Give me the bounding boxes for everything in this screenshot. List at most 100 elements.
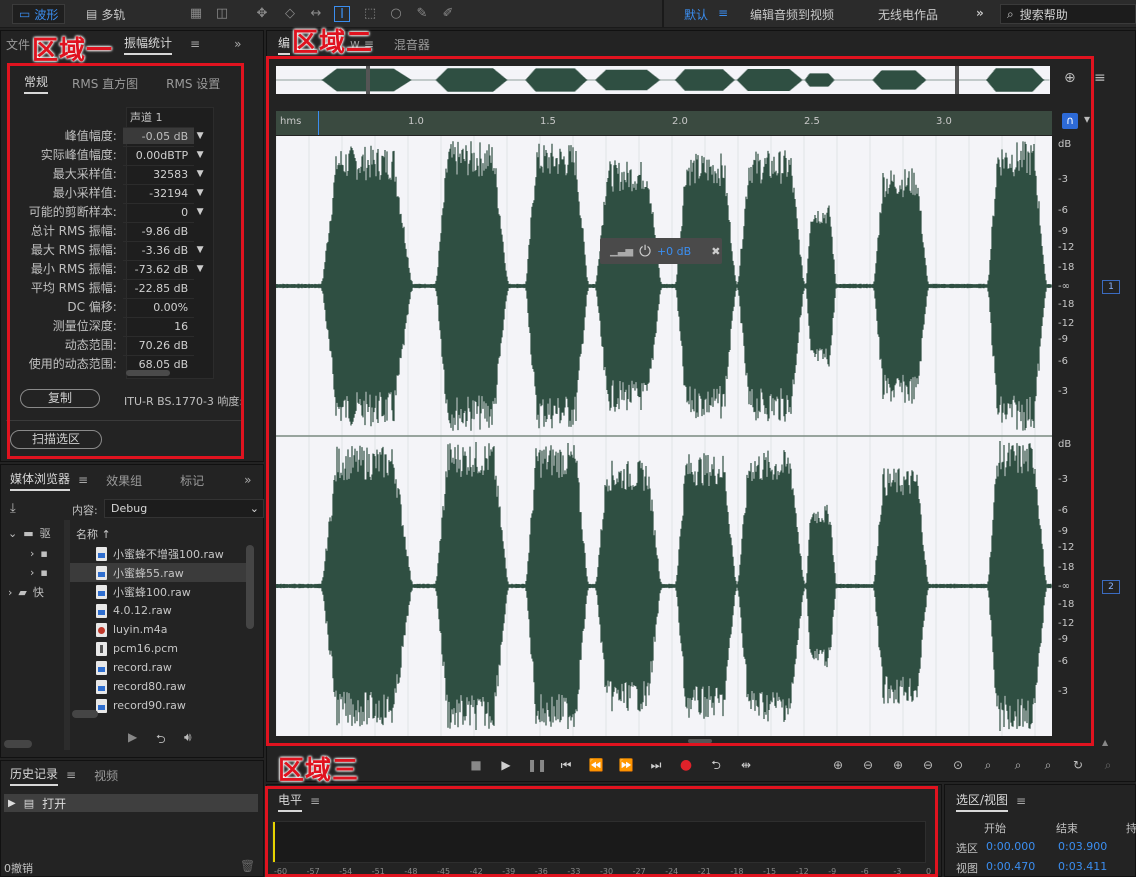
spectral-display-icon[interactable]: ▦ — [188, 6, 204, 22]
move-tool-icon[interactable]: ✥ — [254, 6, 270, 22]
stat-value[interactable]: 32583 — [122, 165, 195, 182]
skip-selection-button[interactable]: ⇹ — [737, 757, 755, 773]
channel-menu-icon[interactable]: ≡ — [1094, 70, 1106, 86]
pause-button[interactable]: ❚❚ — [527, 757, 547, 773]
stat-value[interactable]: -0.05 dB — [122, 127, 195, 144]
selection-view-menu-icon[interactable]: ≡ — [1016, 794, 1026, 808]
history-menu-icon[interactable]: ≡ — [66, 768, 76, 782]
workspace-edit-audio-to-video[interactable]: 编辑音频到视频 — [750, 6, 834, 23]
tab-levels[interactable]: 电平 — [278, 791, 303, 812]
file-list-item[interactable]: luyin.m4a — [70, 620, 246, 639]
media-panel-menu-icon[interactable]: ≡ — [78, 473, 88, 487]
stat-value[interactable]: 70.26 dB — [122, 336, 195, 353]
channel-1-badge[interactable]: 1 — [1102, 280, 1120, 294]
fast-forward-button[interactable]: ⏩ — [617, 757, 635, 773]
navigate-pin-icon[interactable]: ▼ — [194, 264, 206, 274]
stat-value[interactable]: 0 — [122, 203, 195, 220]
expand-panels-icon-2[interactable]: » — [244, 473, 251, 487]
razor-tool-icon[interactable]: ◇ — [282, 6, 298, 22]
stats-hscrollbar[interactable] — [126, 370, 170, 376]
channel-2-badge[interactable]: 2 — [1102, 580, 1120, 594]
loop-button[interactable]: ⮌ — [707, 757, 725, 773]
tree-subitem-2[interactable]: › ▪ — [30, 563, 48, 581]
stat-value[interactable]: 0.00% — [122, 298, 195, 315]
overview-left-handle[interactable] — [366, 66, 370, 94]
waveform-display[interactable] — [275, 136, 1052, 736]
zoom-in-time-icon[interactable]: ⊕ — [888, 757, 908, 773]
stat-value[interactable]: -22.85 dB — [122, 279, 195, 296]
file-list-item[interactable]: 小蜜蜂100.raw — [70, 582, 246, 601]
subtab-general[interactable]: 常规 — [24, 73, 49, 94]
panel-menu-icon[interactable]: ≡ — [190, 37, 200, 51]
file-list-item[interactable]: record.raw — [70, 658, 246, 677]
brush-tool-icon[interactable]: ✎ — [414, 6, 430, 22]
pitch-display-icon[interactable]: ◫ — [214, 6, 230, 22]
overview-right-handle[interactable] — [955, 66, 959, 94]
file-list-item[interactable]: record80.raw — [70, 677, 246, 696]
tab-amplitude-stats[interactable]: 振幅统计 — [124, 34, 173, 55]
tree-subitem-1[interactable]: › ▪ — [30, 544, 48, 562]
subtab-rms-settings[interactable]: RMS 设置 — [166, 75, 220, 92]
navigate-pin-icon[interactable]: ▼ — [194, 188, 206, 198]
pin-icon[interactable]: ✖ — [711, 245, 720, 258]
view-end[interactable]: 0:03.411 — [1058, 860, 1107, 873]
stat-value[interactable]: -73.62 dB — [122, 260, 195, 277]
subtab-rms-histogram[interactable]: RMS 直方图 — [72, 75, 138, 92]
file-list-hscroll[interactable] — [72, 710, 98, 718]
zoom-reset-icon[interactable]: ↻ — [1068, 757, 1088, 773]
stat-value[interactable]: 16 — [122, 317, 195, 334]
marker-pin-icon[interactable]: ▾ — [1084, 112, 1090, 126]
stat-value[interactable]: -32194 — [122, 184, 195, 201]
navigate-pin-icon[interactable]: ▼ — [194, 150, 206, 160]
zoom-nav-icon[interactable]: ⊕ — [1064, 70, 1076, 86]
time-selection-tool-icon[interactable]: I — [334, 6, 350, 22]
rewind-button[interactable]: ⏪ — [587, 757, 605, 773]
marquee-tool-icon[interactable]: ⬚ — [362, 6, 378, 22]
snap-magnet-icon[interactable]: ∩ — [1062, 113, 1078, 129]
file-list-item[interactable]: 小蜜蜂55.raw — [70, 563, 246, 582]
gain-knob-icon[interactable]: ⏻ — [639, 242, 651, 260]
tab-media-browser[interactable]: 媒体浏览器 — [10, 470, 71, 491]
spot-healing-tool-icon[interactable]: ✐ — [440, 6, 456, 22]
tab-markers[interactable]: 标记 — [180, 472, 204, 489]
selection-end[interactable]: 0:03.900 — [1058, 840, 1107, 853]
lasso-tool-icon[interactable]: ○ — [388, 6, 404, 22]
workspace-menu-icon[interactable]: ≡ — [718, 6, 728, 20]
expand-panels-icon[interactable]: » — [234, 37, 241, 51]
tab-mixer[interactable]: 混音器 — [394, 36, 430, 53]
more-workspaces-icon[interactable]: » — [976, 6, 984, 20]
zoom-in-left-icon[interactable]: ⌕ — [1008, 757, 1028, 773]
content-select[interactable]: Debug ⌄ — [104, 499, 264, 518]
go-to-start-button[interactable]: ⏮ — [557, 757, 575, 773]
import-icon[interactable]: ⤓ — [10, 501, 16, 516]
loop-preview-icon[interactable]: ⮌ — [156, 730, 166, 751]
play-preview-icon[interactable]: ▶ — [128, 730, 137, 744]
auto-play-icon[interactable]: 🔊︎ — [184, 730, 192, 745]
hud-gain-control[interactable]: ▁▃▅ ⏻ +0 dB ✖ — [600, 238, 722, 264]
tree-item-shortcuts[interactable]: › ▰ 快 — [8, 583, 44, 601]
stop-button[interactable]: ■ — [467, 757, 485, 773]
scroll-up-icon[interactable]: ▲ — [1102, 738, 1108, 747]
zoom-in-amplitude-icon[interactable]: ⊕ — [828, 757, 848, 773]
zoom-to-selection-icon[interactable]: ⌕ — [978, 757, 998, 773]
navigate-pin-icon[interactable]: ▼ — [194, 131, 206, 141]
waveform-view-button[interactable]: ▭ 波形 — [12, 4, 66, 24]
tab-effects-rack[interactable]: 效果组 — [106, 472, 142, 489]
history-item-open[interactable]: ▶ ▤ 打开 — [4, 794, 258, 812]
navigate-pin-icon[interactable]: ▼ — [194, 207, 206, 217]
file-list-item[interactable]: 小蜜蜂不增强100.raw — [70, 544, 246, 563]
stat-value[interactable]: 0.00dBTP — [122, 146, 195, 163]
trash-icon[interactable]: 🗑︎ — [240, 859, 255, 873]
levels-menu-icon[interactable]: ≡ — [310, 794, 320, 808]
workspace-radio-production[interactable]: 无线电作品 — [878, 6, 938, 23]
zoom-in-right-icon[interactable]: ⌕ — [1038, 757, 1058, 773]
tree-hscroll[interactable] — [4, 740, 32, 748]
play-button[interactable]: ▶ — [497, 757, 515, 773]
stat-value[interactable]: -3.36 dB — [122, 241, 195, 258]
file-list-scrollbar[interactable] — [246, 545, 254, 629]
copy-button[interactable]: 复制 — [20, 389, 100, 408]
workspace-default[interactable]: 默认 — [684, 6, 708, 23]
editor-hscroll-handle[interactable] — [688, 739, 712, 743]
file-list-item[interactable]: 4.0.12.raw — [70, 601, 246, 620]
tab-history[interactable]: 历史记录 — [10, 765, 59, 786]
